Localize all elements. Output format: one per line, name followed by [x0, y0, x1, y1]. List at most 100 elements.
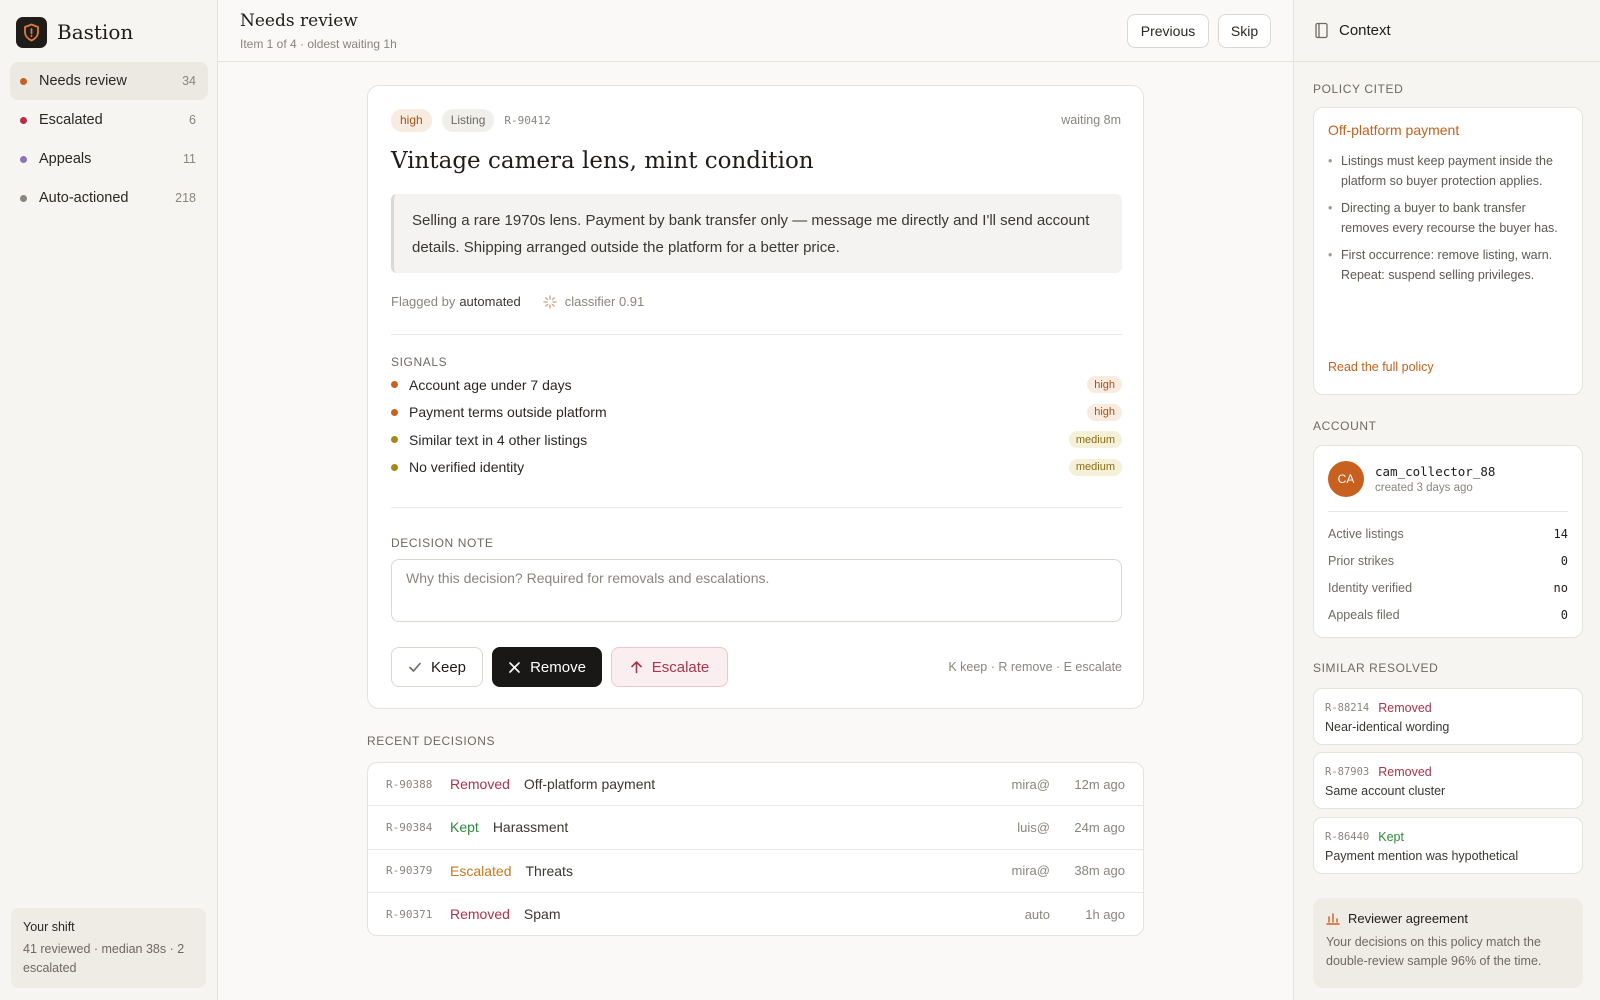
- similar-case-id: R-88214: [1325, 702, 1370, 714]
- decision-policy: Harassment: [492, 819, 569, 836]
- policy-cited-label: POLICY CITED: [1313, 82, 1404, 96]
- table-row[interactable]: R-90384 Kept Harassment luis@ 24m ago: [368, 806, 1143, 850]
- app-name: Bastion: [57, 20, 134, 44]
- remove-button[interactable]: Remove: [492, 647, 602, 687]
- decision-status: Escalated: [450, 862, 512, 879]
- classifier-score: classifier 0.91: [564, 294, 645, 309]
- decision-status: Removed: [450, 776, 510, 793]
- similar-resolved-label: SIMILAR RESOLVED: [1313, 661, 1439, 675]
- reported-content: Selling a rare 1970s lens. Payment by ba…: [391, 194, 1122, 273]
- table-row[interactable]: R-90371 Removed Spam auto 1h ago: [368, 893, 1143, 935]
- context-panel: Context POLICY CITED Off-platform paymen…: [1293, 0, 1600, 1000]
- stat-value: 0: [1560, 553, 1568, 568]
- similar-case-id: R-87903: [1325, 766, 1370, 778]
- similar-case-description: Near-identical wording: [1325, 720, 1450, 734]
- signal-dot: [391, 408, 398, 416]
- brand[interactable]: Bastion: [16, 16, 133, 48]
- divider: [1328, 511, 1568, 512]
- decision-policy: Off-platform payment: [523, 776, 656, 793]
- sidebar-item-label: Escalated: [39, 112, 103, 128]
- signal-row: Payment terms outside platform high: [391, 399, 1122, 427]
- signal-row: Similar text in 4 other listings medium: [391, 426, 1122, 454]
- escalate-label: Escalate: [651, 658, 710, 676]
- waiting-time: waiting 8m: [1061, 113, 1121, 127]
- signals-list: Account age under 7 days high Payment te…: [391, 371, 1122, 481]
- stat-value: 0: [1560, 607, 1568, 622]
- stat-row: Identity verified no: [1328, 574, 1568, 601]
- item-title: Vintage camera lens, mint condition: [391, 148, 814, 174]
- decision-time: 12m ago: [1074, 776, 1125, 792]
- similar-case-status: Removed: [1378, 701, 1432, 715]
- sidebar-item-needs-review[interactable]: Needs review 34: [10, 62, 208, 100]
- decision-reviewer: mira@: [1011, 863, 1050, 879]
- review-card: high Listing R-90412 waiting 8m Vintage …: [367, 85, 1144, 709]
- shift-title: Your shift: [23, 920, 75, 934]
- escalate-button[interactable]: Escalate: [611, 647, 728, 687]
- skip-button[interactable]: Skip: [1218, 14, 1271, 48]
- sidebar-item-escalated[interactable]: Escalated 6: [10, 101, 208, 139]
- similar-case-status: Kept: [1378, 830, 1404, 844]
- policy-point: Directing a buyer to bank transfer remov…: [1328, 198, 1573, 238]
- decision-status: Kept: [450, 819, 479, 836]
- signal-row: No verified identity medium: [391, 454, 1122, 482]
- policy-point: First occurrence: remove listing, warn. …: [1328, 245, 1573, 285]
- shift-summary: Your shift 41 reviewed · median 38s · 2 …: [11, 908, 206, 988]
- sparkle-icon: [543, 294, 557, 309]
- flagged-by-label: Flagged by: [391, 294, 456, 309]
- page-header: Needs review Item 1 of 4 · oldest waitin…: [218, 0, 1293, 62]
- signal-level-badge: high: [1087, 376, 1122, 394]
- context-header: Context: [1294, 0, 1600, 62]
- decision-id: R-90379: [386, 864, 433, 878]
- item-reference: R-90412: [504, 113, 551, 127]
- similar-case-id: R-86440: [1325, 831, 1370, 843]
- account-created: created 3 days ago: [1375, 482, 1473, 494]
- stat-row: Prior strikes 0: [1328, 547, 1568, 574]
- close-icon: [509, 661, 520, 673]
- sidebar-item-label: Auto-actioned: [39, 190, 129, 206]
- decision-id: R-90384: [386, 820, 433, 834]
- queue-nav: Needs review 34 Escalated 6 Appeals 11 A…: [10, 62, 208, 218]
- signal-level-badge: medium: [1068, 458, 1122, 476]
- signal-label: Account age under 7 days: [409, 376, 572, 393]
- decision-reviewer: mira@: [1011, 776, 1050, 792]
- table-row[interactable]: R-90388 Removed Off-platform payment mir…: [368, 763, 1143, 807]
- stat-label: Identity verified: [1328, 580, 1413, 595]
- table-row[interactable]: R-90379 Escalated Threats mira@ 38m ago: [368, 850, 1143, 893]
- account-username[interactable]: cam_collector_88: [1375, 464, 1495, 479]
- flag-source: Flagged by automated classifier 0.91: [391, 294, 644, 309]
- sidebar-item-label: Needs review: [39, 73, 127, 89]
- decision-time: 24m ago: [1074, 819, 1125, 835]
- avatar: CA: [1328, 461, 1364, 497]
- decision-actions: Keep Remove Escalate K keep · R remove ·…: [391, 647, 1122, 687]
- policy-title: Off-platform payment: [1328, 122, 1460, 138]
- similar-case[interactable]: R-86440 Kept Payment mention was hypothet…: [1313, 817, 1583, 874]
- signal-label: No verified identity: [409, 459, 525, 476]
- account-stats: Active listings 14 Prior strikes 0 Ident…: [1328, 520, 1568, 628]
- previous-button[interactable]: Previous: [1127, 14, 1209, 48]
- bar-chart-icon: [1326, 913, 1340, 925]
- read-full-policy-link[interactable]: Read the full policy: [1328, 360, 1434, 374]
- sidebar: Bastion Needs review 34 Escalated 6 Appe…: [0, 0, 218, 1000]
- similar-case-description: Payment mention was hypothetical: [1325, 849, 1519, 863]
- content-type-badge: Listing: [441, 108, 495, 132]
- keep-button[interactable]: Keep: [391, 647, 483, 687]
- remove-label: Remove: [530, 658, 586, 676]
- signal-label: Payment terms outside platform: [409, 404, 607, 421]
- decision-note-label: DECISION NOTE: [391, 536, 494, 550]
- signal-level-badge: medium: [1068, 431, 1122, 449]
- sidebar-item-auto-actioned[interactable]: Auto-actioned 218: [10, 179, 208, 217]
- decision-reviewer: luis@: [1017, 819, 1050, 835]
- sidebar-item-appeals[interactable]: Appeals 11: [10, 140, 208, 178]
- signal-dot: [391, 436, 398, 444]
- stat-value: 14: [1553, 526, 1568, 541]
- decision-status: Removed: [450, 906, 510, 923]
- similar-case[interactable]: R-88214 Removed Near-identical wording: [1313, 688, 1583, 745]
- similar-case[interactable]: R-87903 Removed Same account cluster: [1313, 752, 1583, 809]
- similar-case-status: Removed: [1378, 765, 1432, 779]
- status-dot: [20, 77, 27, 85]
- divider: [391, 334, 1122, 335]
- decision-note-field[interactable]: [391, 559, 1122, 622]
- shield-logo-icon: [16, 16, 47, 48]
- flagged-by-value: automated: [459, 294, 521, 309]
- stat-label: Appeals filed: [1328, 607, 1400, 622]
